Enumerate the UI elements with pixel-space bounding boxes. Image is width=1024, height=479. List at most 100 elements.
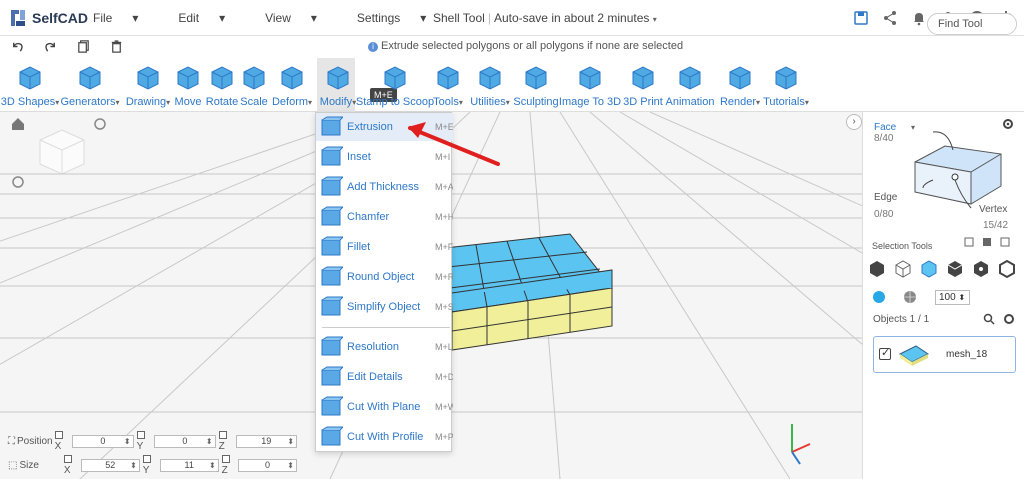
menu-item-chamfer[interactable]: Chamfer M+H (316, 203, 453, 231)
transform-panel: ⛶ Position X 0 Y 0 Z 19 ⬚ Size X 52 Y 11… (0, 431, 300, 479)
object-name: mesh_18 (946, 349, 988, 360)
info-icon: i (368, 42, 378, 52)
autosave-status: Auto-save in about 2 minutes (493, 11, 650, 25)
position-z-input[interactable]: 19 (235, 434, 298, 448)
deform-icon (281, 66, 303, 90)
position-x-input[interactable]: 0 (72, 434, 134, 448)
select-wireframe-icon[interactable] (892, 258, 914, 280)
undo-icon[interactable] (10, 39, 25, 54)
select-vertex-icon[interactable] (970, 258, 992, 280)
object-visible-checkbox[interactable]: ✓ (879, 347, 891, 360)
y-axis-lock[interactable]: Y (136, 430, 153, 452)
search-icon[interactable] (983, 313, 995, 325)
annotation-arrow (408, 122, 500, 166)
size-x-input[interactable]: 52 (80, 458, 140, 472)
select-box-icon[interactable] (996, 258, 1018, 280)
3d-shapes-icon (19, 66, 41, 90)
size-y-input[interactable]: 11 (159, 458, 219, 472)
menu-item-add-thickness[interactable]: Add Thickness M+A (316, 173, 453, 201)
select-face-icon[interactable] (918, 258, 940, 280)
x-axis-lock[interactable]: X (54, 430, 71, 452)
notifications-icon[interactable] (911, 10, 927, 26)
menu-item-fillet[interactable]: Fillet M+F (316, 233, 453, 261)
history-icons (10, 39, 124, 54)
generators-icon (79, 66, 101, 90)
redo-icon[interactable] (43, 39, 58, 54)
save-icon[interactable] (853, 10, 869, 26)
menu-edit[interactable]: Edit ▾ (178, 11, 245, 25)
simplify-object-icon (321, 296, 343, 316)
menu-item-round-object[interactable]: Round Object M+R (316, 263, 453, 291)
chamfer-icon (321, 206, 343, 226)
z-axis-lock[interactable]: Z (218, 430, 234, 452)
object-settings-gear-icon[interactable] (1003, 313, 1015, 325)
menu-item-simplify-object[interactable]: Simplify Object M+S (316, 293, 453, 321)
copy-icon[interactable] (76, 39, 91, 54)
position-y-input[interactable]: 0 (154, 434, 216, 448)
fillet-icon (321, 236, 343, 256)
status-hint: i Extrude selected polygons or all polygo… (368, 40, 683, 52)
find-tool-input[interactable]: Find Tool (927, 13, 1017, 35)
menu-divider (322, 327, 450, 328)
cut-with-plane-icon (321, 396, 343, 416)
extrusion-icon (321, 116, 343, 136)
collapse-panel-button[interactable]: › (846, 114, 862, 130)
modify-icon (327, 66, 349, 90)
round-object-icon (321, 266, 343, 286)
main-menu: File ▾ Edit ▾ View ▾ Settings ▾ (93, 11, 466, 25)
menu-view[interactable]: View ▾ (265, 11, 337, 25)
size-row: ⬚ Size X 52 Y 11 Z 0 (8, 455, 300, 476)
tool-tutorials[interactable]: Tutorials▾ (756, 62, 816, 108)
tool-image-to-3d[interactable]: Image To 3D (559, 62, 621, 108)
app-name: SelfCAD (32, 10, 89, 26)
edge-count: 0/80 (874, 209, 894, 220)
selection-tools-label: Selection Tools (872, 241, 933, 251)
tool-3d-shapes[interactable]: 3D Shapes▾ (0, 62, 60, 108)
tool-name: Shell Tool (433, 11, 485, 25)
top-bar: SelfCAD File ▾ Edit ▾ View ▾ Settings ▾ Shel… (0, 0, 1024, 36)
y-axis-lock[interactable]: Y (142, 454, 158, 476)
mesh-object[interactable] (444, 233, 613, 351)
home-view-icon[interactable] (12, 118, 24, 130)
position-row: ⛶ Position X 0 Y 0 Z 19 (8, 431, 300, 452)
image-to-3d-icon (579, 66, 601, 90)
tutorials-icon (775, 66, 797, 90)
x-axis-lock[interactable]: X (63, 454, 79, 476)
tool-generators[interactable]: Generators▾ (60, 62, 120, 108)
select-object-icon[interactable] (866, 258, 888, 280)
sculpting-icon (525, 66, 547, 90)
menu-item-cut-with-profile[interactable]: Cut With Profile M+P (316, 423, 453, 451)
material-sphere-icon[interactable] (903, 290, 917, 304)
edit-details-icon (321, 366, 343, 386)
view-cube-icon[interactable] (39, 129, 85, 175)
selection-tool-icons (866, 258, 1018, 280)
share-icon[interactable] (882, 10, 898, 26)
orbit-icon[interactable] (94, 118, 106, 130)
tool-stamp-to-scoop[interactable]: Stamp to Scoop (356, 62, 434, 108)
pan-icon[interactable] (12, 176, 24, 188)
edge-label: Edge (874, 192, 898, 203)
document-title[interactable]: Shell Tool | Auto-save in about 2 minutes … (433, 11, 657, 25)
menu-item-resolution[interactable]: Resolution M+L (316, 333, 453, 361)
color-swatch-icon[interactable] (872, 290, 886, 304)
opacity-select[interactable]: 100 ⬍ (935, 290, 970, 305)
axis-gizmo-icon (791, 424, 811, 465)
menu-item-edit-details[interactable]: Edit Details M+D (316, 363, 453, 391)
tool-sculpting[interactable]: Sculpting (506, 62, 566, 108)
size-label: Size (19, 459, 39, 471)
size-z-input[interactable]: 0 (238, 458, 297, 472)
menu-file[interactable]: File ▾ (93, 11, 158, 25)
menu-item-cut-with-plane[interactable]: Cut With Plane M+W (316, 393, 453, 421)
position-label: Position (17, 435, 53, 447)
delete-icon[interactable] (109, 39, 124, 54)
object-thumbnail-icon (899, 345, 929, 366)
vertex-label: Vertex (979, 204, 1008, 215)
selection-options-icons[interactable] (963, 236, 1023, 248)
cut-with-profile-icon (321, 426, 343, 446)
z-axis-lock[interactable]: Z (221, 454, 236, 476)
select-edge-icon[interactable] (944, 258, 966, 280)
resolution-icon (321, 336, 343, 356)
object-list-item[interactable]: ✓ mesh_18 (873, 336, 1016, 373)
app-logo[interactable]: SelfCAD (8, 8, 88, 28)
face-count: 8/40 (874, 133, 894, 144)
